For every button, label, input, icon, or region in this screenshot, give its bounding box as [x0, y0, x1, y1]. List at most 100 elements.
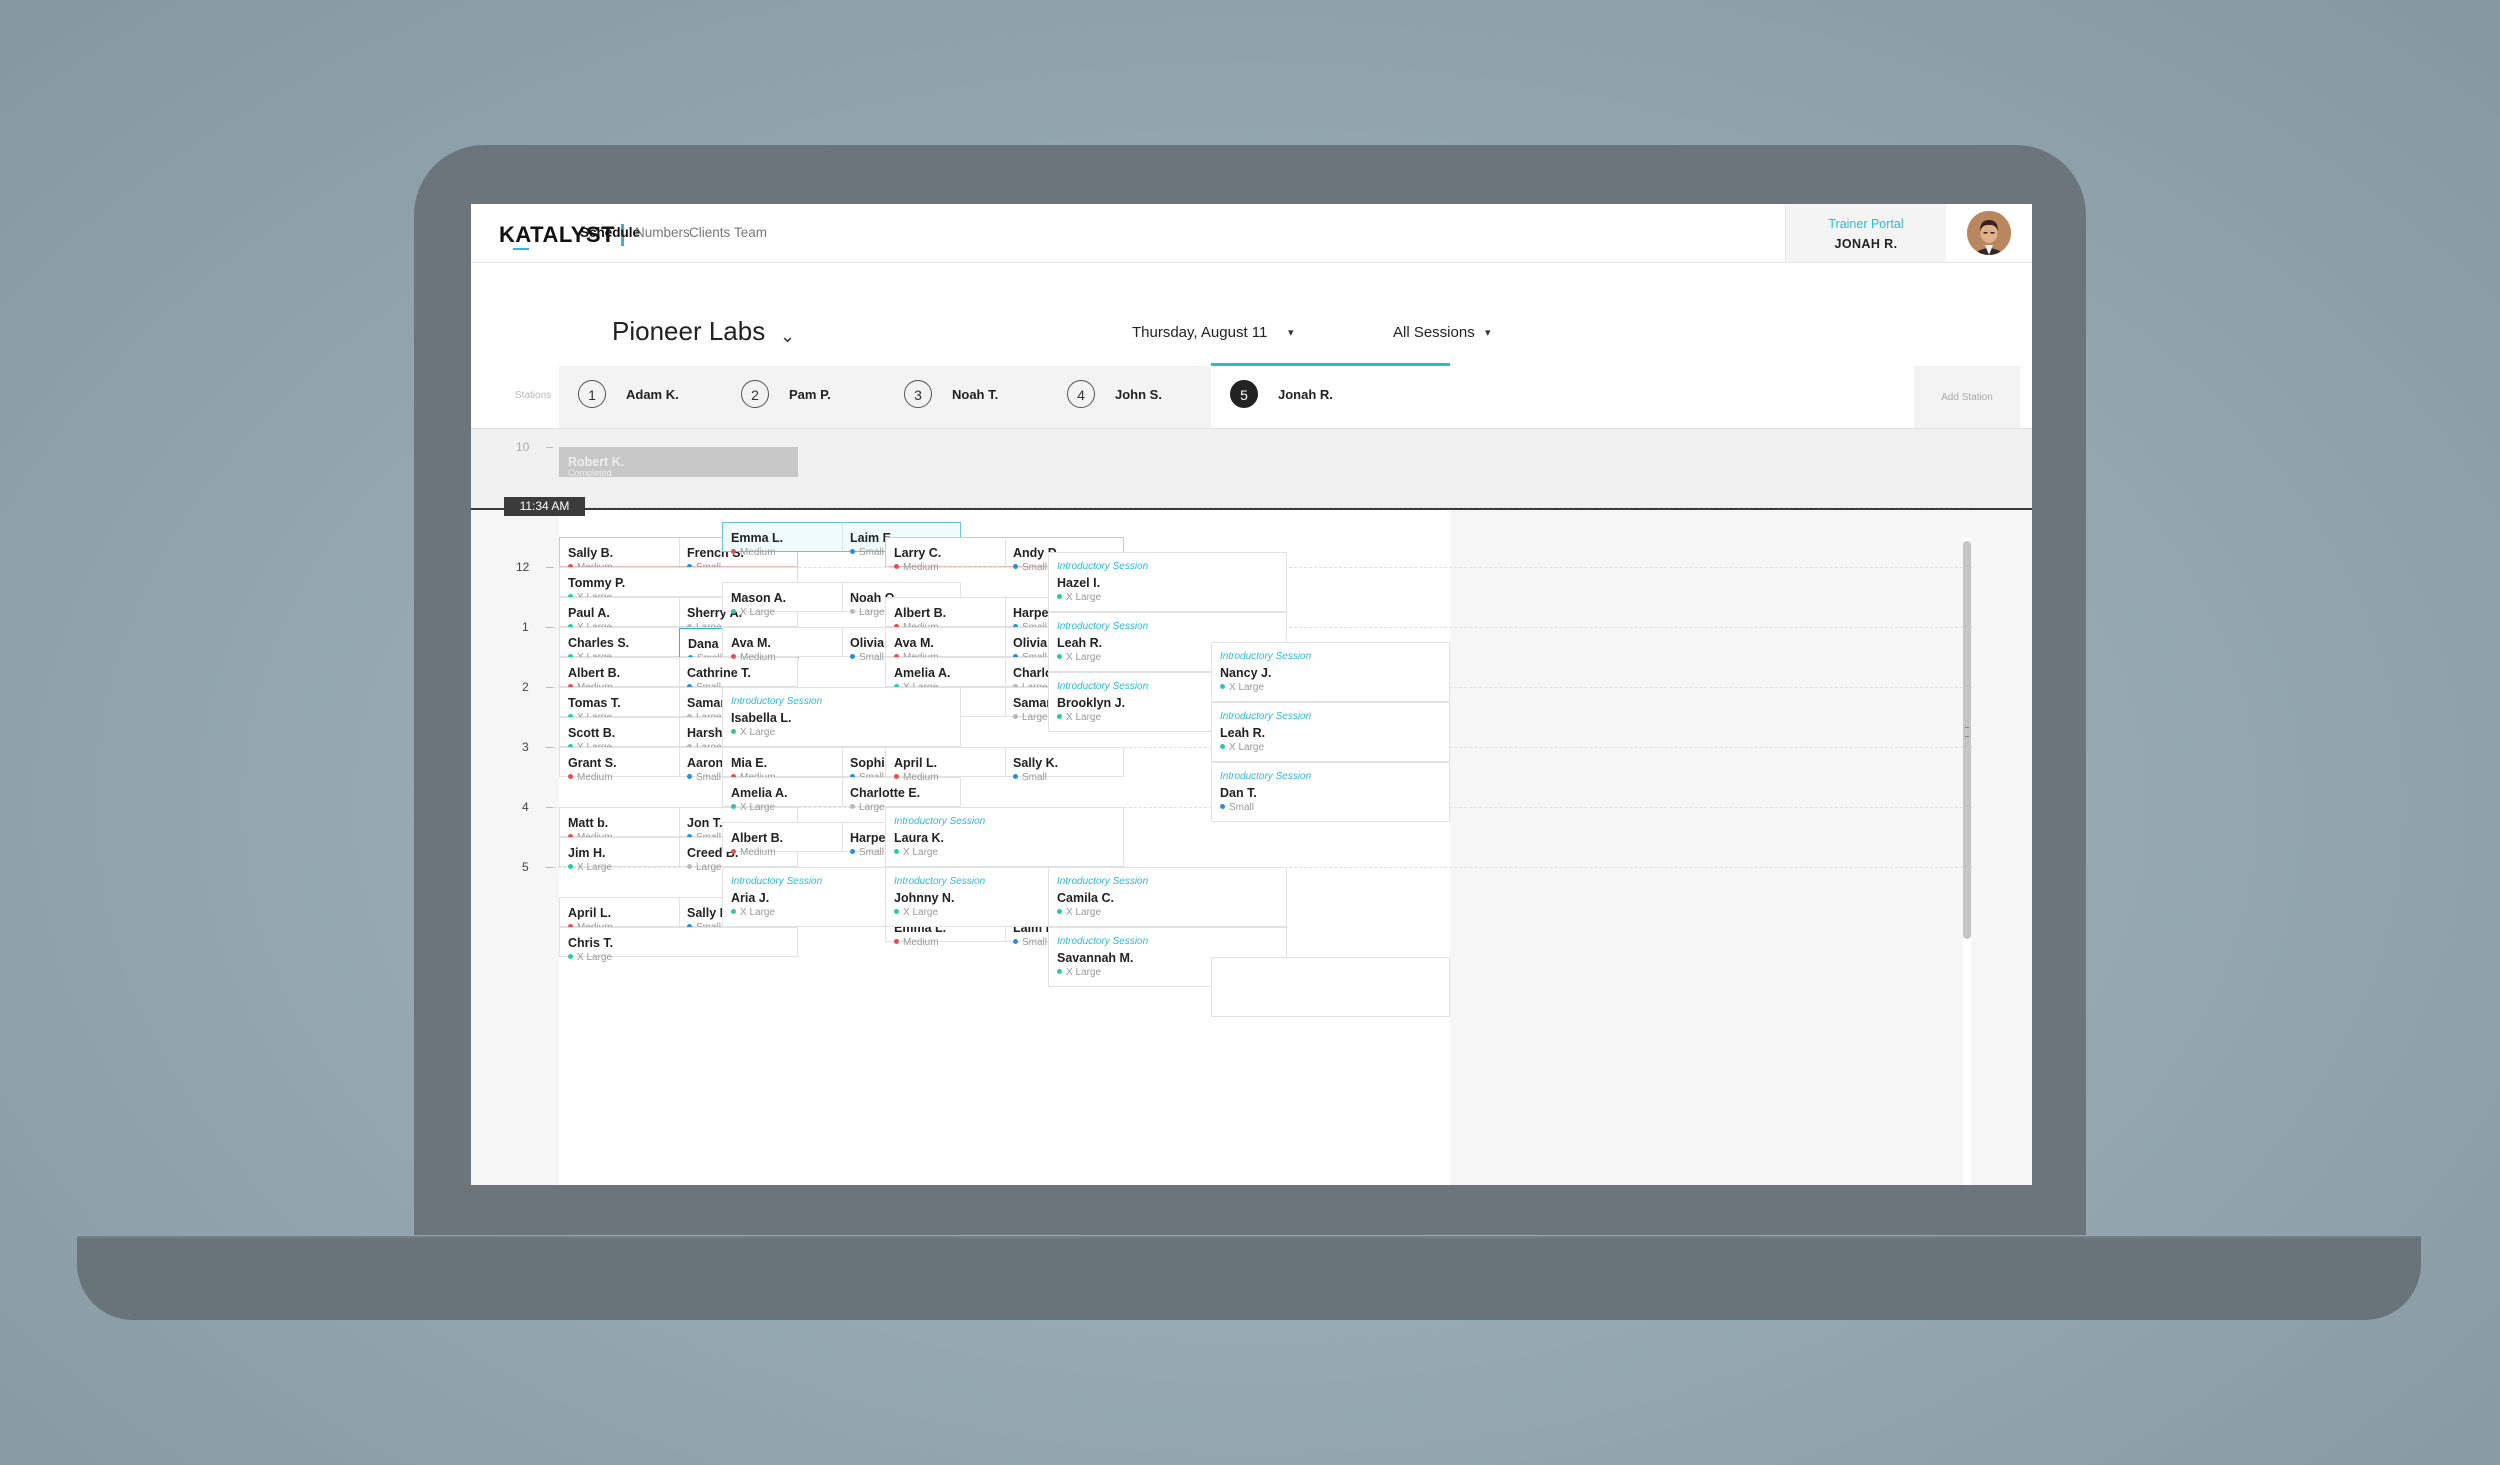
caret-down-icon[interactable]: ▾: [1485, 326, 1491, 339]
client-slot[interactable]: Scott B.X Large: [560, 718, 679, 753]
client-slot[interactable]: Amelia A.X Large: [886, 658, 1005, 693]
client-slot[interactable]: Paul A.X Large: [560, 598, 679, 633]
nav-schedule[interactable]: Schedule: [580, 225, 640, 240]
client-slot[interactable]: Sally B.Medium: [560, 538, 679, 573]
size-label: X Large: [903, 847, 939, 858]
station-number-badge: 2: [741, 380, 769, 408]
schedule-grid: 10111212345Robert K.CompletedSally B.Med…: [471, 429, 2032, 1185]
size-label: X Large: [1066, 652, 1102, 663]
client-name: Mason A.: [731, 591, 787, 605]
client-slot[interactable]: Tomas T.X Large: [560, 688, 679, 723]
user-avatar[interactable]: [1967, 211, 2011, 255]
intro-session-label: Introductory Session: [894, 816, 986, 827]
size-dot-icon: [731, 549, 736, 554]
size-label: Medium: [740, 847, 776, 858]
size-label: X Large: [1066, 592, 1102, 603]
size-label: Large: [859, 607, 885, 618]
top-navigation: KATALYST Schedule Numbers Clients Team T…: [471, 204, 2032, 263]
client-slot[interactable]: Jim H. X Large: [560, 838, 679, 873]
size-dot-icon: [850, 609, 855, 614]
size-label: X Large: [1229, 742, 1265, 753]
client-size: Small: [1013, 937, 1047, 948]
client-slot[interactable]: Albert B.Medium: [723, 823, 842, 858]
client-name: Grant S.: [568, 756, 617, 770]
chevron-down-icon[interactable]: ⌄: [780, 326, 795, 347]
station-header-5[interactable]: 5 Jonah R.: [1211, 363, 1450, 429]
client-size: X Large: [1057, 967, 1101, 978]
client-name: Emma L.: [731, 531, 784, 545]
client-name: Aria J.: [731, 891, 770, 905]
trainer-portal-switch[interactable]: Trainer Portal JONAH R.: [1785, 204, 1946, 262]
size-dot-icon: [568, 864, 573, 869]
date-selector[interactable]: Thursday, August 11: [1132, 324, 1267, 341]
client-slot[interactable]: Albert B.Medium: [560, 658, 679, 693]
size-label: Medium: [903, 937, 939, 948]
client-slot[interactable]: Chris T. X Large: [560, 928, 679, 963]
station-number-badge: 4: [1067, 380, 1095, 408]
client-slot[interactable]: Mia E.Medium: [723, 748, 842, 783]
client-size: X Large: [568, 862, 612, 873]
intro-session-card[interactable]: Introductory Session Nancy J. X Large: [1211, 642, 1450, 702]
size-dot-icon: [1057, 594, 1062, 599]
client-slot[interactable]: Emma L. Medium: [723, 523, 842, 558]
hour-tick: [546, 807, 553, 808]
client-size: X Large: [894, 847, 938, 858]
client-size: Medium: [894, 772, 939, 783]
client-slot[interactable]: April L.Medium: [560, 898, 679, 933]
intro-session-card[interactable]: Introductory Session Hazel I. X Large: [1048, 552, 1287, 612]
scrollbar-thumb[interactable]: [1963, 541, 1971, 939]
hour-label: 10: [516, 440, 530, 454]
client-size: X Large: [731, 727, 775, 738]
size-label: Medium: [903, 562, 939, 573]
size-label: Small: [1229, 802, 1255, 813]
client-size: X Large: [731, 907, 775, 918]
client-slot[interactable]: Amelia A.X Large: [723, 778, 842, 813]
client-name: Ava M.: [894, 636, 934, 650]
client-name: Jim H.: [568, 846, 606, 860]
client-size: Small: [850, 847, 884, 858]
client-name: Matt b.: [568, 816, 609, 830]
completed-session-card[interactable]: Robert K. Completed: [559, 447, 798, 478]
client-size: Large: [1013, 712, 1048, 723]
intro-session-card[interactable]: Introductory Session Isabella L. X Large: [722, 687, 961, 747]
client-slot[interactable]: Larry C. Medium: [886, 538, 1005, 573]
nav-clients[interactable]: Clients: [689, 225, 730, 240]
station-trainer-name: Adam K.: [626, 387, 679, 402]
client-slot[interactable]: Tommy P.X Large: [560, 568, 679, 603]
gym-selector[interactable]: Pioneer Labs: [612, 316, 765, 347]
intro-session-card[interactable]: Introductory Session Laura K. X Large: [885, 807, 1124, 867]
client-slot[interactable]: Sally K. Small: [1005, 748, 1125, 783]
station-trainer-name: Pam P.: [789, 387, 831, 402]
client-slot[interactable]: Albert B.Medium: [886, 598, 1005, 633]
add-station-button[interactable]: Add Station: [1914, 366, 2020, 429]
caret-down-icon[interactable]: ▾: [1288, 326, 1294, 339]
intro-session-card[interactable]: Introductory Session Camila C. X Large: [1048, 867, 1287, 927]
client-name: Hazel I.: [1057, 576, 1101, 590]
intro-session-card[interactable]: Introductory Session Dan T. Small: [1211, 762, 1450, 822]
session-filter[interactable]: All Sessions: [1393, 324, 1475, 341]
client-name: Leah R.: [1057, 636, 1103, 650]
hour-tick: [546, 747, 553, 748]
client-slot[interactable]: Grant S. Medium: [560, 748, 679, 783]
session-card-pair[interactable]: Chris T. X Large: [559, 927, 798, 963]
client-slot[interactable]: Matt b.Medium: [560, 808, 679, 843]
size-label: Large: [859, 802, 885, 813]
intro-session-card[interactable]: Introductory Session Leah R. X Large: [1211, 702, 1450, 762]
size-label: Large: [1022, 712, 1048, 723]
client-size: Medium: [731, 847, 776, 858]
nav-numbers[interactable]: Numbers: [635, 225, 690, 240]
client-slot[interactable]: Ava M.Medium: [886, 628, 1005, 663]
client-slot[interactable]: Charles S.X Large: [560, 628, 679, 663]
nav-team[interactable]: Team: [734, 225, 767, 240]
client-slot[interactable]: Ava M.Medium: [723, 628, 842, 663]
client-size: Medium: [731, 547, 776, 558]
client-name: Jon T.: [687, 816, 723, 830]
size-dot-icon: [1220, 684, 1225, 689]
session-card-pair[interactable]: April L. Medium Sally K. Small: [885, 747, 1125, 783]
client-slot[interactable]: April L.Medium: [886, 748, 1005, 783]
size-dot-icon: [687, 774, 692, 779]
intro-session-card[interactable]: [1211, 957, 1450, 1017]
client-slot[interactable]: Mason A. X Large: [723, 583, 842, 618]
client-size: Small: [850, 547, 884, 558]
intro-session-label: Introductory Session: [1220, 651, 1312, 662]
